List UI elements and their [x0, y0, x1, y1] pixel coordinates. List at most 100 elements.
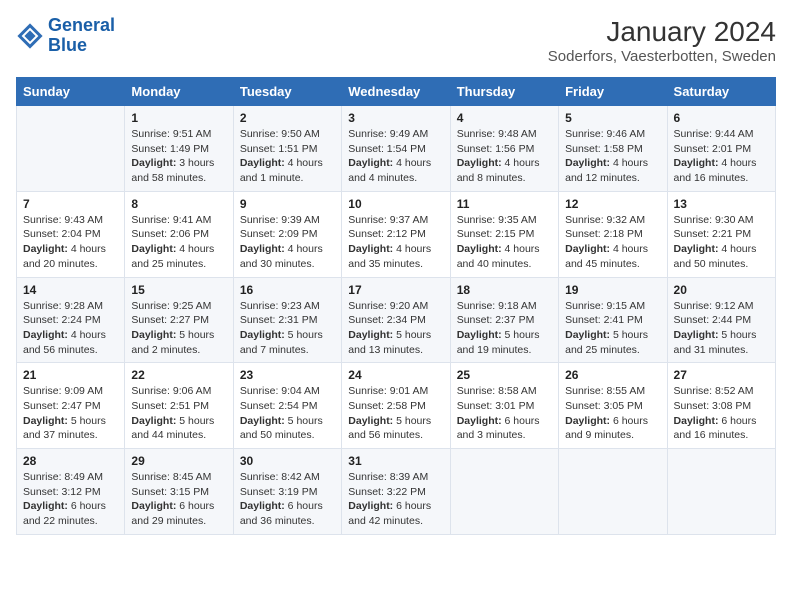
- calendar-cell: 22Sunrise: 9:06 AMSunset: 2:51 PMDayligh…: [125, 363, 233, 449]
- calendar-cell: 17 Sunrise: 9:20 AMSunset: 2:34 PMDayligh…: [342, 277, 450, 363]
- day-number: 15: [131, 283, 226, 297]
- calendar-cell: 27 Sunrise: 8:52 AMSunset: 3:08 PMDayligh…: [667, 363, 775, 449]
- calendar-week-row: 14 Sunrise: 9:28 AMSunset: 2:24 PMDayligh…: [17, 277, 776, 363]
- logo-text: General Blue: [48, 16, 115, 56]
- day-number: 4: [457, 111, 552, 125]
- calendar-cell: [559, 449, 667, 535]
- day-number: 3: [348, 111, 443, 125]
- day-info: Sunrise: 9:37 AMSunset: 2:12 PMDaylight:…: [348, 213, 443, 272]
- day-info: Sunrise: 8:49 AMSunset: 3:12 PMDaylight:…: [23, 470, 118, 529]
- weekday-header: Tuesday: [233, 78, 341, 106]
- day-number: 26: [565, 368, 660, 382]
- calendar-cell: 1 Sunrise: 9:51 AMSunset: 1:49 PMDaylight…: [125, 106, 233, 192]
- day-number: 17: [348, 283, 443, 297]
- day-number: 14: [23, 283, 118, 297]
- calendar-cell: 11 Sunrise: 9:35 AMSunset: 2:15 PMDayligh…: [450, 191, 558, 277]
- calendar-cell: 7 Sunrise: 9:43 AMSunset: 2:04 PMDaylight…: [17, 191, 125, 277]
- calendar-title: January 2024: [548, 16, 776, 48]
- day-number: 20: [674, 283, 769, 297]
- logo-icon: [16, 22, 44, 50]
- calendar-cell: 16Sunrise: 9:23 AMSunset: 2:31 PMDayligh…: [233, 277, 341, 363]
- day-number: 5: [565, 111, 660, 125]
- calendar-cell: [450, 449, 558, 535]
- calendar-cell: 4 Sunrise: 9:48 AMSunset: 1:56 PMDaylight…: [450, 106, 558, 192]
- day-number: 21: [23, 368, 118, 382]
- weekday-header: Monday: [125, 78, 233, 106]
- day-info: Sunrise: 9:28 AMSunset: 2:24 PMDaylight:…: [23, 299, 118, 358]
- day-number: 31: [348, 454, 443, 468]
- calendar-table: SundayMondayTuesdayWednesdayThursdayFrid…: [16, 77, 776, 535]
- day-info: Sunrise: 8:55 AMSunset: 3:05 PMDaylight:…: [565, 384, 660, 443]
- day-info: Sunrise: 9:09 AMSunset: 2:47 PMDaylight:…: [23, 384, 118, 443]
- logo: General Blue: [16, 16, 115, 56]
- calendar-cell: 15 Sunrise: 9:25 AMSunset: 2:27 PMDayligh…: [125, 277, 233, 363]
- day-number: 25: [457, 368, 552, 382]
- calendar-cell: 24 Sunrise: 9:01 AMSunset: 2:58 PMDayligh…: [342, 363, 450, 449]
- day-info: Sunrise: 9:20 AMSunset: 2:34 PMDaylight:…: [348, 299, 443, 358]
- day-info: Sunrise: 8:42 AMSunset: 3:19 PMDaylight:…: [240, 470, 335, 529]
- calendar-cell: 26 Sunrise: 8:55 AMSunset: 3:05 PMDayligh…: [559, 363, 667, 449]
- day-info: Sunrise: 8:45 AMSunset: 3:15 PMDaylight:…: [131, 470, 226, 529]
- day-number: 1: [131, 111, 226, 125]
- day-info: Sunrise: 9:15 AMSunset: 2:41 PMDaylight:…: [565, 299, 660, 358]
- calendar-cell: 25 Sunrise: 8:58 AMSunset: 3:01 PMDayligh…: [450, 363, 558, 449]
- calendar-cell: 29 Sunrise: 8:45 AMSunset: 3:15 PMDayligh…: [125, 449, 233, 535]
- day-number: 12: [565, 197, 660, 211]
- day-info: Sunrise: 9:41 AMSunset: 2:06 PMDaylight:…: [131, 213, 226, 272]
- calendar-cell: 6Sunrise: 9:44 AMSunset: 2:01 PMDaylight…: [667, 106, 775, 192]
- weekday-header: Saturday: [667, 78, 775, 106]
- calendar-cell: 8Sunrise: 9:41 AMSunset: 2:06 PMDaylight…: [125, 191, 233, 277]
- calendar-cell: 28Sunrise: 8:49 AMSunset: 3:12 PMDayligh…: [17, 449, 125, 535]
- day-info: Sunrise: 9:51 AMSunset: 1:49 PMDaylight:…: [131, 127, 226, 186]
- day-number: 7: [23, 197, 118, 211]
- day-number: 13: [674, 197, 769, 211]
- day-info: Sunrise: 9:35 AMSunset: 2:15 PMDaylight:…: [457, 213, 552, 272]
- calendar-cell: 18 Sunrise: 9:18 AMSunset: 2:37 PMDayligh…: [450, 277, 558, 363]
- weekday-header: Sunday: [17, 78, 125, 106]
- calendar-cell: [17, 106, 125, 192]
- calendar-cell: 21 Sunrise: 9:09 AMSunset: 2:47 PMDayligh…: [17, 363, 125, 449]
- calendar-cell: 3 Sunrise: 9:49 AMSunset: 1:54 PMDaylight…: [342, 106, 450, 192]
- calendar-cell: [667, 449, 775, 535]
- day-number: 19: [565, 283, 660, 297]
- day-number: 10: [348, 197, 443, 211]
- day-info: Sunrise: 8:58 AMSunset: 3:01 PMDaylight:…: [457, 384, 552, 443]
- day-info: Sunrise: 9:30 AMSunset: 2:21 PMDaylight:…: [674, 213, 769, 272]
- day-number: 18: [457, 283, 552, 297]
- day-number: 23: [240, 368, 335, 382]
- calendar-week-row: 7 Sunrise: 9:43 AMSunset: 2:04 PMDaylight…: [17, 191, 776, 277]
- calendar-week-row: 21 Sunrise: 9:09 AMSunset: 2:47 PMDayligh…: [17, 363, 776, 449]
- day-info: Sunrise: 9:44 AMSunset: 2:01 PMDaylight:…: [674, 127, 769, 186]
- calendar-week-row: 28Sunrise: 8:49 AMSunset: 3:12 PMDayligh…: [17, 449, 776, 535]
- calendar-cell: 2Sunrise: 9:50 AMSunset: 1:51 PMDaylight…: [233, 106, 341, 192]
- day-info: Sunrise: 9:06 AMSunset: 2:51 PMDaylight:…: [131, 384, 226, 443]
- day-number: 29: [131, 454, 226, 468]
- calendar-header-row: SundayMondayTuesdayWednesdayThursdayFrid…: [17, 78, 776, 106]
- day-number: 11: [457, 197, 552, 211]
- day-info: Sunrise: 9:32 AMSunset: 2:18 PMDaylight:…: [565, 213, 660, 272]
- day-number: 24: [348, 368, 443, 382]
- day-info: Sunrise: 9:12 AMSunset: 2:44 PMDaylight:…: [674, 299, 769, 358]
- day-info: Sunrise: 8:39 AMSunset: 3:22 PMDaylight:…: [348, 470, 443, 529]
- day-info: Sunrise: 9:25 AMSunset: 2:27 PMDaylight:…: [131, 299, 226, 358]
- day-info: Sunrise: 9:43 AMSunset: 2:04 PMDaylight:…: [23, 213, 118, 272]
- page-header: General Blue January 2024 Soderfors, Vae…: [16, 16, 776, 65]
- calendar-cell: 9Sunrise: 9:39 AMSunset: 2:09 PMDaylight…: [233, 191, 341, 277]
- day-info: Sunrise: 9:48 AMSunset: 1:56 PMDaylight:…: [457, 127, 552, 186]
- day-info: Sunrise: 9:49 AMSunset: 1:54 PMDaylight:…: [348, 127, 443, 186]
- day-info: Sunrise: 9:18 AMSunset: 2:37 PMDaylight:…: [457, 299, 552, 358]
- calendar-cell: 31 Sunrise: 8:39 AMSunset: 3:22 PMDayligh…: [342, 449, 450, 535]
- weekday-header: Thursday: [450, 78, 558, 106]
- day-info: Sunrise: 9:50 AMSunset: 1:51 PMDaylight:…: [240, 127, 335, 186]
- weekday-header: Wednesday: [342, 78, 450, 106]
- calendar-cell: 30Sunrise: 8:42 AMSunset: 3:19 PMDayligh…: [233, 449, 341, 535]
- calendar-cell: 19 Sunrise: 9:15 AMSunset: 2:41 PMDayligh…: [559, 277, 667, 363]
- day-info: Sunrise: 9:04 AMSunset: 2:54 PMDaylight:…: [240, 384, 335, 443]
- day-number: 16: [240, 283, 335, 297]
- calendar-cell: 23 Sunrise: 9:04 AMSunset: 2:54 PMDayligh…: [233, 363, 341, 449]
- day-number: 27: [674, 368, 769, 382]
- calendar-cell: 10 Sunrise: 9:37 AMSunset: 2:12 PMDayligh…: [342, 191, 450, 277]
- day-info: Sunrise: 9:01 AMSunset: 2:58 PMDaylight:…: [348, 384, 443, 443]
- day-info: Sunrise: 8:52 AMSunset: 3:08 PMDaylight:…: [674, 384, 769, 443]
- calendar-cell: 5Sunrise: 9:46 AMSunset: 1:58 PMDaylight…: [559, 106, 667, 192]
